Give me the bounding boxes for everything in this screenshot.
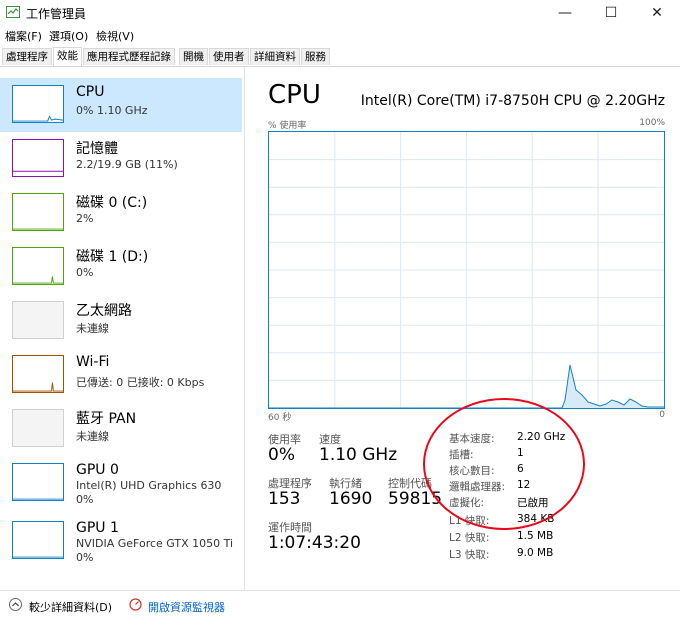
maximize-icon: ☐ [604,5,618,21]
gpu-graph-icon [12,463,64,501]
spec-label: L1 快取: [449,515,490,527]
speed-value: 1.10 GHz [319,445,398,465]
ethernet-graph-icon [12,301,64,339]
sidebar-item-wifi[interactable]: Wi-Fi 已傳送: 0 已接收: 0 Kbps [0,348,242,402]
cpu-model: Intel(R) Core(TM) i7-8750H CPU @ 2.20GHz [360,93,665,109]
disk-graph-icon [12,193,64,231]
menu-file[interactable]: 檔案(F) [5,28,42,44]
sidebar-item-gpu1[interactable]: GPU 1 NVIDIA GeForce GTX 1050 Ti 0% [0,514,242,568]
graph-time-end: 0 [659,410,665,420]
resource-sidebar: CPU 0% 1.10 GHz 記憶體 2.2/19.9 GB (11%) 磁碟… [0,67,245,590]
fewer-details-button[interactable]: 較少詳細資料(D) [29,599,112,615]
spec-value: 1 [517,447,524,459]
sidebar-item-ethernet[interactable]: 乙太網路 未連線 [0,294,242,348]
bluetooth-graph-icon [12,409,64,447]
maximize-button[interactable]: ☐ [588,0,634,26]
uptime-value: 1:07:43:20 [268,533,361,553]
gpu-graph-icon [12,521,64,559]
threads-value: 1690 [329,489,373,509]
sidebar-item-value: 2% [76,212,94,225]
sidebar-item-value: 0% [76,493,94,506]
sidebar-item-value: 未連線 [76,430,109,443]
minimize-icon: — [558,5,572,21]
sidebar-item-label: 磁碟 1 (D:) [76,249,149,265]
spec-value: 1.5 MB [517,530,554,542]
sidebar-item-cpu[interactable]: CPU 0% 1.10 GHz [0,78,242,132]
sidebar-item-label: CPU [76,84,105,100]
spec-value: 9.0 MB [517,547,554,559]
utilization-value: 0% [268,445,295,465]
sidebar-item-bluetooth[interactable]: 藍牙 PAN 未連線 [0,402,242,456]
close-icon: ✕ [651,5,663,21]
sidebar-item-label: GPU 1 [76,520,119,536]
sidebar-item-value: 0% [76,551,94,564]
sidebar-item-label: GPU 0 [76,462,119,478]
tab-startup[interactable]: 開機 [179,48,208,65]
spec-label: 基本速度: [449,433,495,445]
minimize-button[interactable]: — [542,0,588,26]
spec-label: L2 快取: [449,532,490,544]
menu-view[interactable]: 檢視(V) [96,28,134,44]
memory-graph-icon [12,139,64,177]
sidebar-item-value: 0% [76,266,94,279]
sidebar-item-gpu0[interactable]: GPU 0 Intel(R) UHD Graphics 630 0% [0,456,242,510]
spec-label: 核心數目: [449,465,495,477]
tab-performance[interactable]: 效能 [53,47,82,66]
sidebar-item-disk0[interactable]: 磁碟 0 (C:) 2% [0,186,242,240]
cpu-usage-graph-svg [269,132,664,408]
graph-time-span: 60 秒 [268,413,292,423]
disk-graph-icon [12,247,64,285]
sidebar-item-label: 乙太網路 [76,303,132,319]
title-bar: 工作管理員 — ☐ ✕ [0,0,680,26]
task-manager-icon [6,6,20,18]
sidebar-item-label: 藍牙 PAN [76,411,137,427]
tab-users[interactable]: 使用者 [209,48,249,65]
sidebar-item-label: 磁碟 0 (C:) [76,195,148,211]
spec-value: 已啟用 [517,497,549,509]
spec-value: 2.20 GHz [517,431,566,443]
annotation-circle [423,398,585,530]
sidebar-item-value: NVIDIA GeForce GTX 1050 Ti [76,537,234,550]
sidebar-item-value: 0% 1.10 GHz [76,104,148,117]
sidebar-item-value: 已傳送: 0 已接收: 0 Kbps [76,376,205,389]
cpu-usage-graph [268,131,665,409]
cpu-graph-icon [12,85,64,123]
sidebar-item-value: 未連線 [76,322,109,335]
sidebar-item-value: Intel(R) UHD Graphics 630 [76,479,222,492]
page-title: CPU [268,80,321,110]
cpu-detail-panel: CPU Intel(R) Core(TM) i7-8750H CPU @ 2.2… [245,67,680,590]
sidebar-item-value: 2.2/19.9 GB (11%) [76,158,178,171]
sidebar-item-label: Wi-Fi [76,354,110,370]
footer-bar: 較少詳細資料(D) 開啟資源監視器 [0,590,680,621]
tab-processes[interactable]: 處理程序 [2,48,52,65]
chevron-up-icon[interactable] [9,598,22,611]
menu-options[interactable]: 選項(O) [49,28,88,44]
wifi-graph-icon [12,355,64,393]
menu-bar: 檔案(F) 選項(O) 檢視(V) [0,26,680,46]
sidebar-item-memory[interactable]: 記憶體 2.2/19.9 GB (11%) [0,132,242,186]
spec-label: 邏輯處理器: [449,481,506,493]
spec-label: 虛擬化: [449,497,485,509]
close-button[interactable]: ✕ [634,0,680,26]
spec-value: 384 KB [517,513,555,525]
handles-value: 59815 [388,489,443,509]
spec-value: 12 [517,479,531,491]
open-resource-monitor-link[interactable]: 開啟資源監視器 [148,599,225,615]
graph-axis-max: 100% [639,118,665,128]
resource-monitor-icon [129,598,142,611]
spec-value: 6 [517,463,524,475]
tab-services[interactable]: 服務 [301,48,330,65]
tab-app-history[interactable]: 應用程式歷程記錄 [83,48,175,65]
spec-label: L3 快取: [449,549,490,561]
tab-bar: 處理程序 效能 應用程式歷程記錄 開機 使用者 詳細資料 服務 [0,46,680,67]
graph-axis-label: % 使用率 [268,121,307,131]
spec-label: 插槽: [449,449,474,461]
processes-value: 153 [268,489,301,509]
window-title: 工作管理員 [26,7,87,21]
sidebar-item-label: 記憶體 [76,141,118,157]
tab-details[interactable]: 詳細資料 [250,48,300,65]
sidebar-item-disk1[interactable]: 磁碟 1 (D:) 0% [0,240,242,294]
